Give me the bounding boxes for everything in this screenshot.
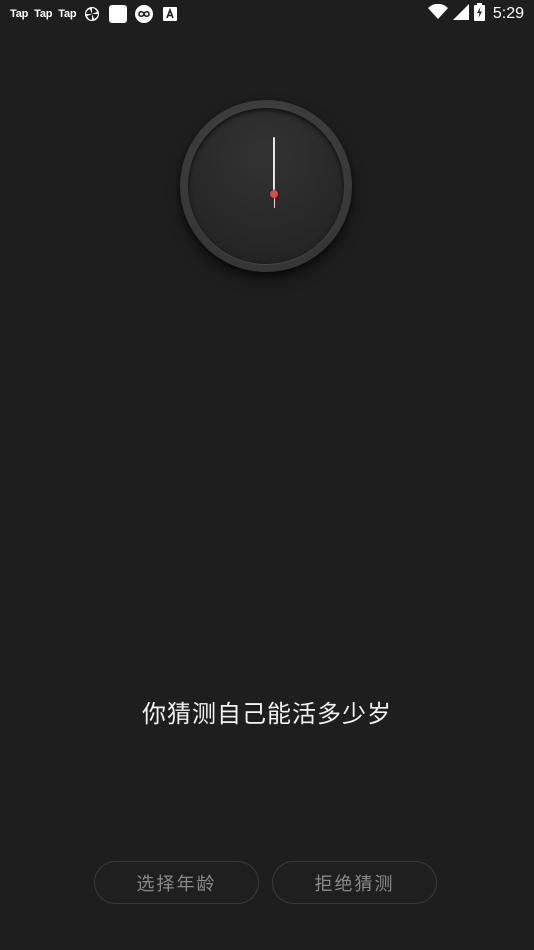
notification-icons: Tap Tap Tap xyxy=(10,4,180,24)
notification-tap-1: Tap xyxy=(10,8,29,20)
battery-icon xyxy=(473,3,485,25)
notification-tap-2: Tap xyxy=(34,8,53,20)
analog-clock-icon xyxy=(180,100,352,272)
infinity-circle-icon xyxy=(134,4,154,24)
question-text: 你猜测自己能活多少岁 xyxy=(142,700,392,728)
letter-a-icon xyxy=(160,4,180,24)
clock-center-dot xyxy=(270,190,278,198)
status-time: 5:29 xyxy=(492,5,524,22)
notification-tap-3: Tap xyxy=(58,8,77,20)
wifi-icon xyxy=(427,3,448,24)
pinwheel-icon xyxy=(82,4,102,24)
choose-age-button[interactable]: 选择年龄 xyxy=(94,861,259,904)
clock-hour-hand xyxy=(273,168,275,208)
system-status-icons: 5:29 xyxy=(427,3,524,25)
refuse-guess-button[interactable]: 拒绝猜测 xyxy=(272,861,437,904)
status-bar: Tap Tap Tap 5:29 xyxy=(0,0,534,28)
signal-icon xyxy=(452,4,469,24)
white-square-icon xyxy=(108,4,128,24)
clock-face xyxy=(188,108,344,264)
